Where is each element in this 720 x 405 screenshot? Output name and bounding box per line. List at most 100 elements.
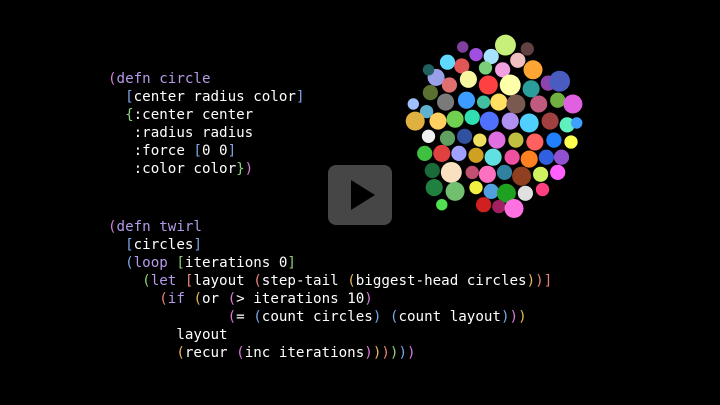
code-line: (let [layout (step-tail (biggest-head ci… [108,272,552,290]
play-icon [351,180,375,210]
map-value: color [184,161,237,177]
circle [510,52,526,68]
paren: ( [108,219,117,235]
bracket: [ [125,237,134,253]
paren: ( [253,309,262,325]
code-line: (defn circle [108,70,304,88]
paren: ( [125,255,134,271]
paren: ( [227,309,237,325]
paren: ) [381,345,390,361]
code-line: {:center center [108,106,304,124]
circle-packing-visual [405,34,583,218]
circle [440,161,462,183]
bracket: ] [227,143,237,159]
play-button[interactable] [328,165,392,225]
circle [504,149,520,165]
circle [476,197,492,213]
code-text: step-tail [261,273,348,289]
circle [451,145,467,161]
code-line: layout [108,326,552,344]
paren: ( [176,345,185,361]
code-line: [center radius color] [108,88,304,106]
code-text: = [236,309,254,325]
circle [425,179,443,197]
circle [535,182,550,197]
code-text: layout [176,327,228,343]
paren: ( [142,273,151,289]
paren: ( [236,345,245,361]
circle [519,113,539,133]
circle [465,165,479,180]
circle [417,145,433,161]
paren: ( [193,291,202,307]
paren: ) [244,161,254,177]
paren: ) [407,345,416,361]
circle [530,95,548,113]
circle [459,70,477,88]
code-block-defn-circle: (defn circle [center radius color] {:cen… [108,70,304,178]
paren: ) [364,345,373,361]
circle [436,199,448,211]
code-line: (loop [iterations 0] [108,254,552,272]
circle [533,166,549,182]
circle [457,91,476,109]
circle [526,133,544,151]
circle [520,42,534,56]
circle [478,165,496,183]
circle [441,77,457,93]
code-text: count circles [261,309,373,325]
circle [433,144,451,162]
circle [550,92,566,108]
video-frame[interactable]: (defn circle [center radius color] {:cen… [0,0,720,405]
circle [457,41,469,53]
bracket: ] [193,237,202,253]
paren: ) [364,291,373,307]
circle [512,166,532,186]
paren: ) [509,309,519,325]
paren: ) [526,273,536,289]
code-line: (recur (inc iterations)))))) [108,344,552,362]
bracket: ] [287,255,296,271]
code-block-defn-twirl: (defn twirl [circles] (loop [iterations … [108,218,552,362]
function-name: twirl [150,219,202,235]
circle [478,75,498,95]
circle [495,34,516,56]
circle [492,199,506,214]
paren: ( [108,71,117,87]
circle [469,180,483,195]
circle [523,60,543,80]
paren: ) [500,309,510,325]
circle [464,109,480,125]
map-key: :color [133,161,185,177]
keyword: defn [116,219,151,235]
circle [421,129,436,143]
circle [496,164,513,180]
circle [546,132,562,148]
circle [501,112,519,130]
circle [499,74,521,96]
circle [520,150,538,168]
circle [550,164,566,180]
circle [504,199,524,218]
map-key: :center [133,107,194,123]
function-name: circle [150,71,211,87]
code-line: :force [0 0] [108,142,304,160]
args: center radius color [133,89,296,105]
circle [522,80,540,98]
circle [446,110,464,128]
paren: ( [253,273,262,289]
circle [479,111,499,131]
brace: { [125,107,134,123]
code-line: (if (or (> iterations 10) [108,290,552,308]
circle [439,54,456,70]
circle [437,93,455,111]
keyword: let [150,273,177,289]
code-text: count layout [398,309,501,325]
